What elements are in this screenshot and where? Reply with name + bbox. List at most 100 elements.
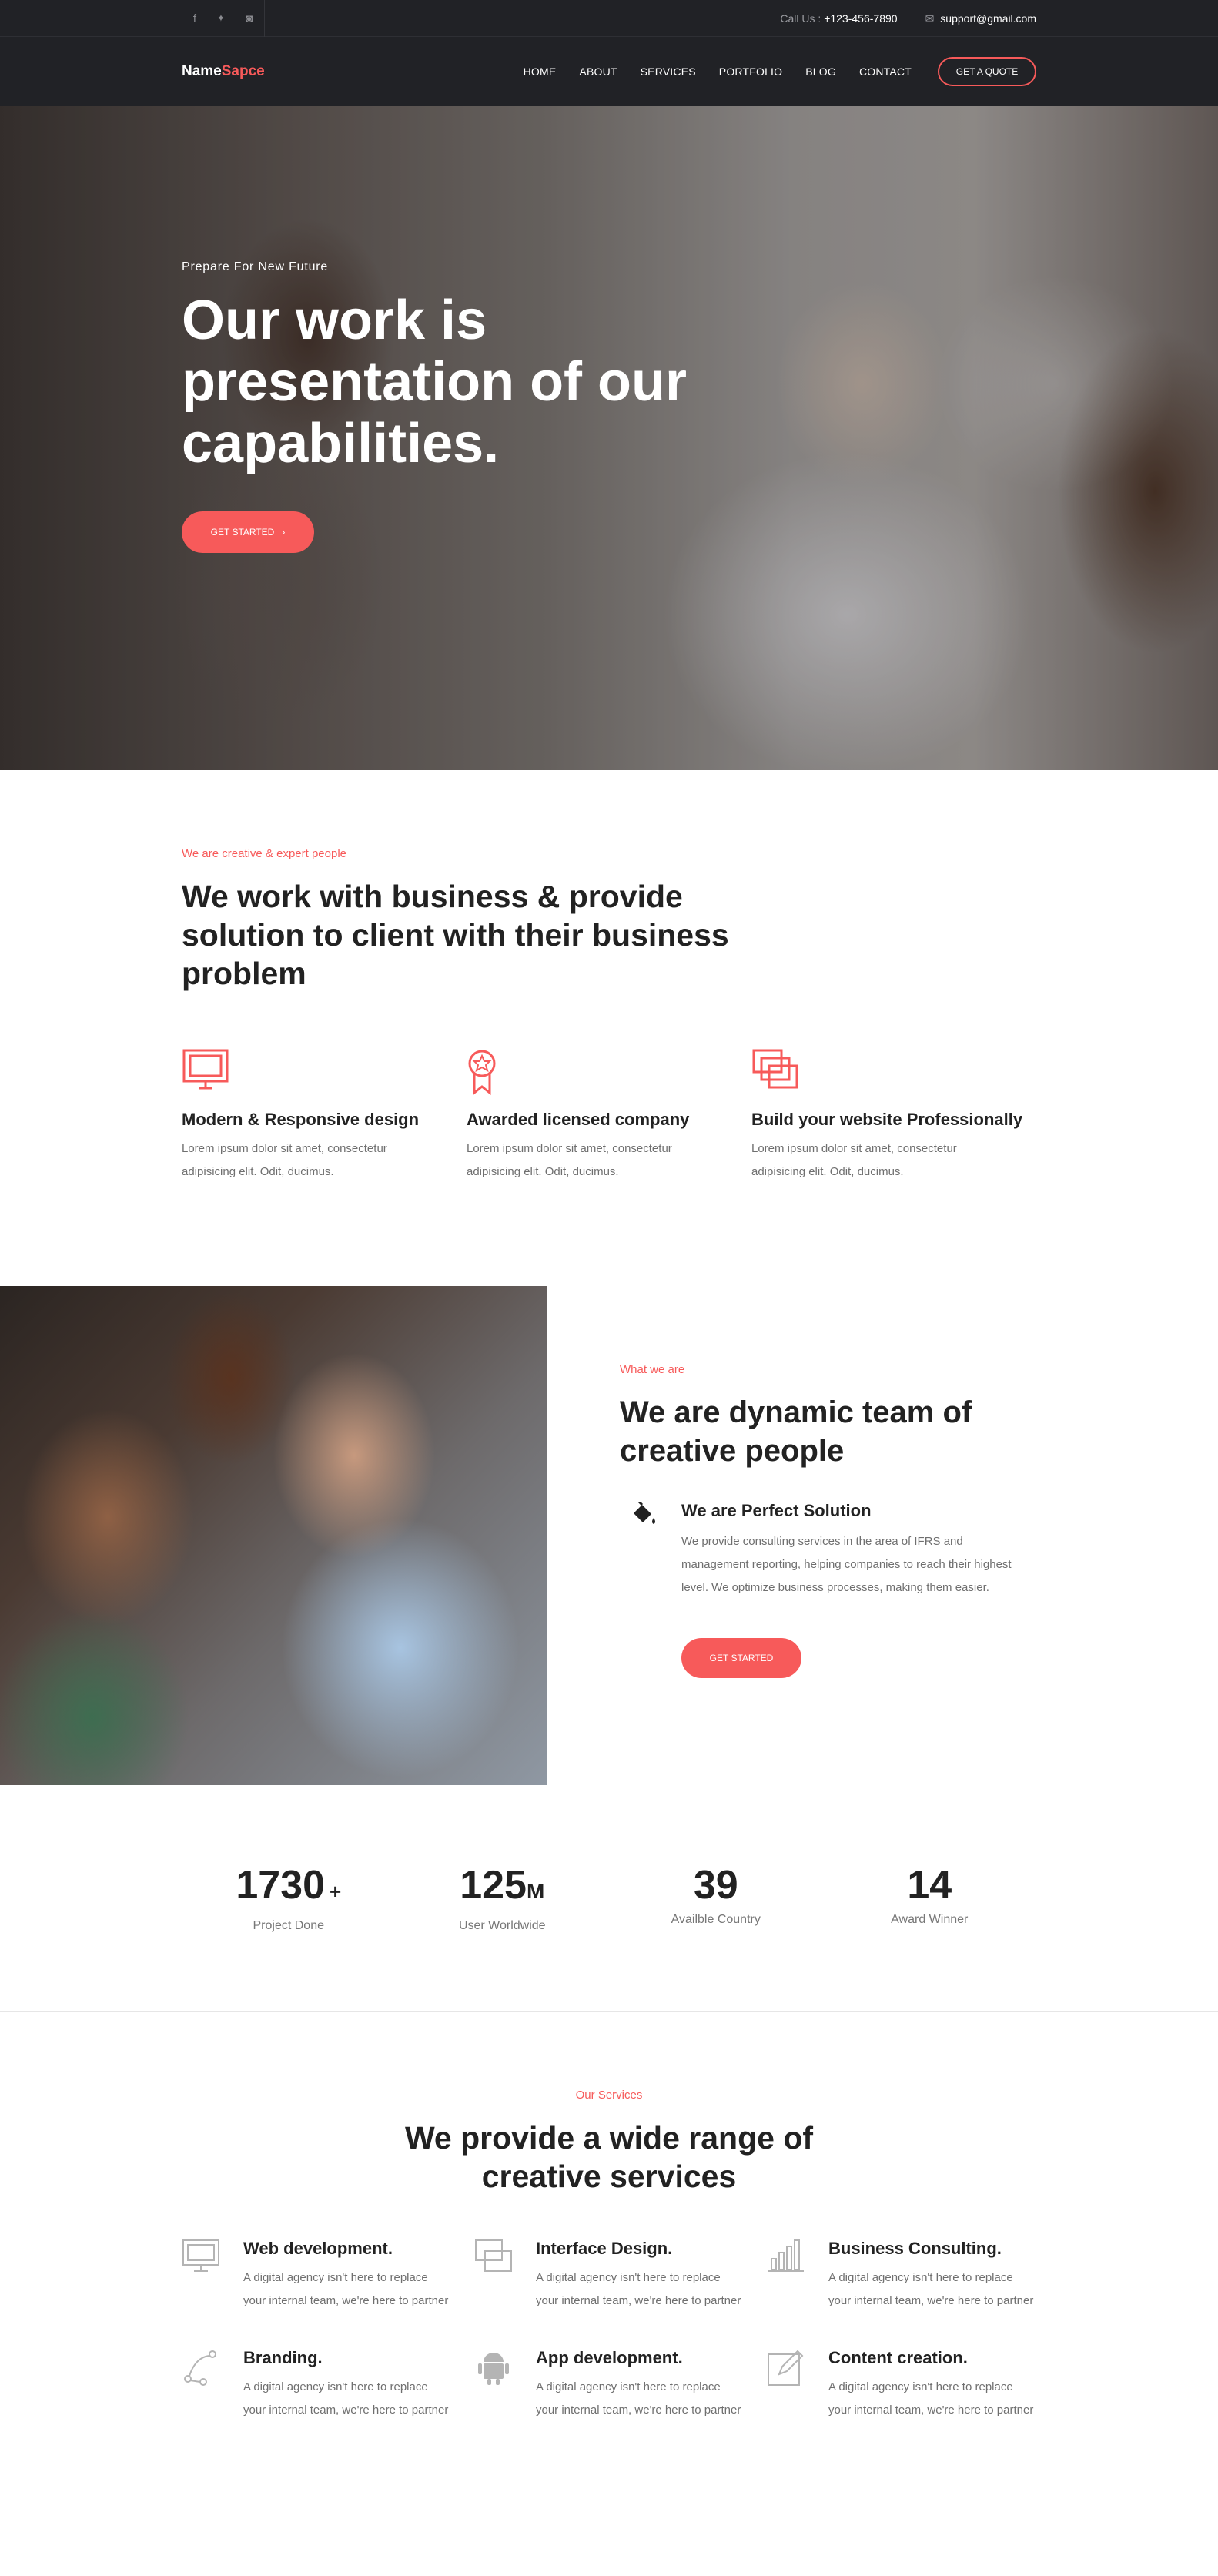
nav-home[interactable]: HOME xyxy=(524,65,557,78)
stat-value: 125 xyxy=(460,1863,527,1908)
nav-about[interactable]: ABOUT xyxy=(579,65,617,78)
hero-get-started-button[interactable]: GET STARTED › xyxy=(182,511,314,553)
service-item: Content creation. A digital agency isn't… xyxy=(767,2348,1036,2422)
service-title: Business Consulting. xyxy=(828,2239,1002,2258)
stat-item: 1730 + Project Done xyxy=(196,1862,381,1933)
paint-bucket-icon xyxy=(620,1500,681,1600)
service-item: Web development. A digital agency isn't … xyxy=(182,2239,474,2313)
service-item: App development. A digital agency isn't … xyxy=(474,2348,767,2422)
social-links: f ✦ ◙ xyxy=(182,0,265,37)
team-get-started-button[interactable]: GET STARTED xyxy=(681,1638,801,1678)
mail-icon: ✉ xyxy=(925,12,935,25)
service-title: Web development. xyxy=(243,2239,393,2258)
services-grid: Web development. A digital agency isn't … xyxy=(182,2239,1036,2422)
stat-suffix: M xyxy=(526,1879,545,1903)
feature-text: Lorem ipsum dolor sit amet, consectetur … xyxy=(182,1142,387,1178)
nav-contact[interactable]: CONTACT xyxy=(859,65,912,78)
feature-item: Modern & Responsive design Lorem ipsum d… xyxy=(182,1048,467,1184)
features-list: Modern & Responsive design Lorem ipsum d… xyxy=(182,1048,1036,1184)
service-text: A digital agency isn't here to replace y… xyxy=(243,2271,449,2307)
logo-main: Name xyxy=(182,63,222,79)
hero-section: Prepare For New Future Our work is prese… xyxy=(0,106,1218,770)
stat-label: User Worldwide xyxy=(458,1919,546,1932)
stat-value: 1730 xyxy=(236,1863,325,1908)
stat-item: 14 Award Winner xyxy=(837,1862,1022,1933)
services-title: We provide a wide range of creative serv… xyxy=(404,2120,814,2194)
logo[interactable]: NameSapce xyxy=(182,63,265,80)
service-text: A digital agency isn't here to replace y… xyxy=(536,2380,741,2417)
stat-label: Award Winner xyxy=(891,1913,969,1926)
stat-value: 39 xyxy=(693,1863,738,1908)
team-photo xyxy=(0,1286,547,1785)
service-title: Interface Design. xyxy=(536,2239,673,2258)
vector-pen-icon xyxy=(182,2348,243,2422)
layers-icon xyxy=(474,2239,536,2313)
hero-eyebrow: Prepare For New Future xyxy=(182,260,329,273)
service-title: Branding. xyxy=(243,2348,323,2367)
stat-item: 39 Availble Country xyxy=(624,1862,808,1933)
contact-info: Call Us : +123-456-7890 ✉ support@gmail.… xyxy=(780,12,1036,25)
service-text: A digital agency isn't here to replace y… xyxy=(828,2380,1034,2417)
feature-title: Modern & Responsive design xyxy=(182,1110,420,1129)
service-text: A digital agency isn't here to replace y… xyxy=(536,2271,741,2307)
team-section: What we are We are dynamic team of creat… xyxy=(0,1286,1218,1785)
top-bar: f ✦ ◙ Call Us : +123-456-7890 ✉ support@… xyxy=(0,0,1218,37)
feature-text: Lorem ipsum dolor sit amet, consectetur … xyxy=(467,1142,672,1178)
service-item: Business Consulting. A digital agency is… xyxy=(767,2239,1036,2313)
feature-title: Awarded licensed company xyxy=(467,1110,690,1129)
feature-item: Build your website Professionally Lorem … xyxy=(751,1048,1036,1184)
github-icon[interactable]: ◙ xyxy=(234,0,265,37)
desktop-icon xyxy=(182,2239,243,2313)
solution-text: We provide consulting services in the ar… xyxy=(681,1535,1012,1594)
service-item: Interface Design. A digital agency isn't… xyxy=(474,2239,767,2313)
solution-title: We are Perfect Solution xyxy=(681,1501,872,1520)
email-address: support@gmail.com xyxy=(940,12,1036,25)
service-item: Branding. A digital agency isn't here to… xyxy=(182,2348,474,2422)
nav-portfolio[interactable]: PORTFOLIO xyxy=(719,65,782,78)
phone-number[interactable]: +123-456-7890 xyxy=(824,12,897,25)
monitor-icon xyxy=(182,1048,467,1096)
award-icon xyxy=(467,1048,751,1096)
android-icon xyxy=(474,2348,536,2422)
feature-title: Build your website Professionally xyxy=(751,1110,1023,1129)
bar-chart-icon xyxy=(767,2239,828,2313)
services-tag: Our Services xyxy=(575,2089,643,2102)
features-title: We work with business & provide solution… xyxy=(182,879,729,991)
nav-blog[interactable]: BLOG xyxy=(805,65,836,78)
features-tag: We are creative & expert people xyxy=(182,847,347,860)
stat-label: Availble Country xyxy=(671,1913,761,1926)
page: f ✦ ◙ Call Us : +123-456-7890 ✉ support@… xyxy=(0,0,1218,2576)
call-label: Call Us : xyxy=(780,12,821,25)
chevron-right-icon: › xyxy=(282,527,286,538)
facebook-icon[interactable]: f xyxy=(182,0,208,37)
logo-accent: Sapce xyxy=(221,63,265,79)
windows-icon xyxy=(751,1048,1036,1096)
service-title: App development. xyxy=(536,2348,683,2367)
main-menu: HOME ABOUT SERVICES PORTFOLIO BLOG CONTA… xyxy=(500,57,1036,86)
stat-suffix: + xyxy=(330,1880,342,1903)
feature-text: Lorem ipsum dolor sit amet, consectetur … xyxy=(751,1142,957,1178)
phone-info: Call Us : +123-456-7890 xyxy=(780,12,897,25)
edit-icon xyxy=(767,2348,828,2422)
service-text: A digital agency isn't here to replace y… xyxy=(243,2380,449,2417)
service-text: A digital agency isn't here to replace y… xyxy=(828,2271,1034,2307)
solution-block: We are Perfect Solution We provide consu… xyxy=(620,1500,1218,1600)
twitter-icon[interactable]: ✦ xyxy=(208,0,234,37)
features-section: We are creative & expert people We work … xyxy=(0,770,1218,1286)
hero-title: Our work is presentation of our capabili… xyxy=(182,290,688,474)
team-tag: What we are xyxy=(620,1363,685,1376)
team-content: What we are We are dynamic team of creat… xyxy=(547,1286,1218,1785)
get-a-quote-button[interactable]: GET A QUOTE xyxy=(938,57,1036,86)
team-title: We are dynamic team of creative people xyxy=(620,1395,972,1468)
services-section: Our Services We provide a wide range of … xyxy=(0,2012,1218,2422)
stat-item: 125M User Worldwide xyxy=(410,1862,594,1933)
navbar: NameSapce HOME ABOUT SERVICES PORTFOLIO … xyxy=(0,37,1218,106)
email-info[interactable]: ✉ support@gmail.com xyxy=(925,12,1036,25)
stat-label: Project Done xyxy=(253,1919,325,1932)
nav-services[interactable]: SERVICES xyxy=(641,65,696,78)
stat-value: 14 xyxy=(907,1863,952,1908)
feature-item: Awarded licensed company Lorem ipsum dol… xyxy=(467,1048,751,1184)
service-title: Content creation. xyxy=(828,2348,968,2367)
stats-section: 1730 + Project Done 125M User Worldwide 3… xyxy=(0,1785,1218,2012)
hero-cta-label: GET STARTED xyxy=(210,527,275,538)
